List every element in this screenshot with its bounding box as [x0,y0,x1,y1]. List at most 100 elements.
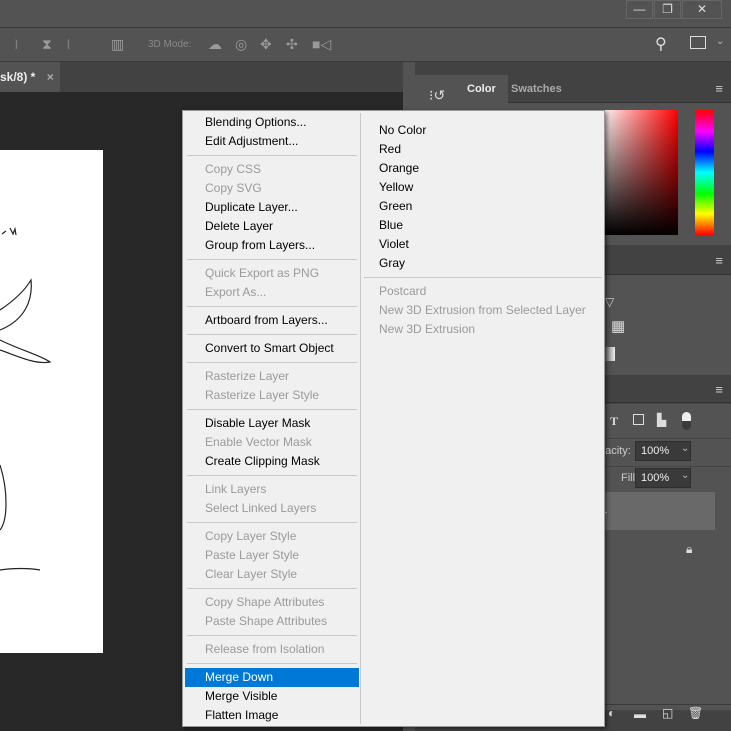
document-tab-bar: sk/8) * × [0,62,415,92]
menu-separator [185,405,359,414]
menu-item-export-as: Export As... [205,285,267,299]
menu-item-violet[interactable]: Violet [362,235,604,254]
panel-menu-icon[interactable]: ≡ [715,253,723,268]
filter-toggle[interactable] [682,412,691,430]
color-panel-header: Color Swatches ≡ [455,75,731,103]
menu-item-merge-visible[interactable]: Merge Visible [185,687,359,706]
layer-context-menu: Blending Options... Edit Adjustment... Cop… [182,110,605,727]
menu-item-link-layers: Link Layers [205,482,267,496]
menu-item-merge-down[interactable]: Merge Down [185,668,359,687]
menu-item-quick-export-as-png: Quick Export as PNG [205,266,320,280]
title-bar: — ❐ ✕ [0,0,731,28]
menu-separator [185,330,359,339]
chevron-down-icon[interactable]: ⌄ [681,470,689,481]
minimize-button[interactable]: — [626,0,653,19]
document-canvas[interactable] [0,150,103,653]
sketch-drawing [0,226,52,571]
menu-item-green[interactable]: Green [362,197,604,216]
3d-scale-camera-icon[interactable]: ■◁ [312,36,331,53]
color-lookup-icon[interactable]: ▦ [611,317,625,335]
menu-item-new-3d-extrusion: New 3D Extrusion [379,322,476,336]
menu-item-orange[interactable]: Orange [362,159,604,178]
menu-separator [185,584,359,593]
history-icon[interactable]: ⁝↺ [429,87,445,104]
3d-mode-label: 3D Mode: [148,39,192,50]
menu-item-convert-to-smart-object[interactable]: Convert to Smart Object [185,339,359,358]
panel-menu-icon[interactable]: ≡ [715,81,723,96]
menu-item-blue[interactable]: Blue [362,216,604,235]
menu-right-column: No Color Red Orange Yellow Green Blue Violet Gr… [362,121,604,339]
menu-item-no-color[interactable]: No Color [362,121,604,140]
document-tab[interactable]: sk/8) * × [0,62,60,92]
menu-item-paste-shape-attributes: Paste Shape Attributes [205,614,328,628]
lock-icon: 🔒︎ [686,542,693,556]
menu-item-select-linked-layers: Select Linked Layers [205,501,317,515]
align-right-icon[interactable]: ⧙ [67,36,70,53]
options-bar: ⧘ ⧗ ⧙ ▥ 3D Mode: ☁ ◎ ✥ ✣ ■◁ ⚲ ⌄ [0,28,731,62]
menu-item-duplicate-layer[interactable]: Duplicate Layer... [185,198,359,217]
menu-item-artboard-from-layers[interactable]: Artboard from Layers... [185,311,359,330]
3d-slide-icon[interactable]: ✣ [286,36,298,53]
menu-separator [185,471,359,480]
new-group-icon[interactable]: ▬ [634,707,646,721]
menu-separator [185,518,359,527]
workspace-icon[interactable] [690,36,706,49]
menu-item-red[interactable]: Red [362,140,604,159]
menu-item-disable-layer-mask[interactable]: Disable Layer Mask [185,414,359,433]
menu-separator [185,358,359,367]
search-icon[interactable]: ⚲ [655,34,667,54]
menu-item-paste-layer-style: Paste Layer Style [205,548,300,562]
restore-button[interactable]: ❐ [654,0,681,19]
close-window-button[interactable]: ✕ [682,0,722,19]
align-left-icon[interactable]: ⧘ [15,36,18,53]
adjustment-layer-icon[interactable]: ◐ [608,706,615,720]
menu-item-yellow[interactable]: Yellow [362,178,604,197]
3d-roll-icon[interactable]: ◎ [235,36,247,53]
menu-separator [185,255,359,264]
history-panel-collapsed[interactable]: ⁝↺ [415,75,455,115]
menu-item-rasterize-layer-style: Rasterize Layer Style [205,388,320,402]
menu-item-gray[interactable]: Gray [362,254,604,273]
align-hcenter-icon[interactable]: ⧗ [42,36,52,53]
menu-item-release-from-isolation: Release from Isolation [205,642,325,656]
menu-column-divider [360,113,361,724]
menu-separator [185,659,359,668]
menu-item-flatten-image[interactable]: Flatten Image [185,706,359,725]
tab-swatches[interactable]: Swatches [499,75,574,103]
3d-pan-icon[interactable]: ✥ [260,36,272,53]
hue-slider[interactable] [695,110,714,235]
gradient-map-icon[interactable]: ▽ [605,295,614,309]
menu-item-create-clipping-mask[interactable]: Create Clipping Mask [185,452,359,471]
menu-separator [185,302,359,311]
3d-orbit-icon[interactable]: ☁ [208,36,222,53]
menu-item-rasterize-layer: Rasterize Layer [205,369,290,383]
menu-item-group-from-layers[interactable]: Group from Layers... [185,236,359,255]
document-tab-title: sk/8) * [0,70,36,84]
menu-item-edit-adjustment[interactable]: Edit Adjustment... [185,132,359,151]
color-field[interactable] [600,110,678,235]
new-layer-icon[interactable]: ◱ [662,706,673,720]
smart-object-filter-icon[interactable]: ▙ [657,413,666,427]
shape-filter-icon[interactable] [633,414,644,425]
chevron-down-icon[interactable]: ⌄ [716,36,724,47]
menu-item-copy-css: Copy CSS [205,162,262,176]
menu-left-column: Blending Options... Edit Adjustment... Cop… [185,113,359,725]
gradient-icon[interactable] [605,347,615,361]
menu-item-delete-layer[interactable]: Delete Layer [185,217,359,236]
menu-item-copy-shape-attributes: Copy Shape Attributes [205,595,325,609]
menu-item-blending-options[interactable]: Blending Options... [185,113,359,132]
menu-item-new-3d-extrusion-from-selected-layer: New 3D Extrusion from Selected Layer [379,303,586,317]
menu-item-enable-vector-mask: Enable Vector Mask [205,435,312,449]
menu-separator [185,631,359,640]
delete-layer-icon[interactable]: 🗑︎ [688,706,703,720]
menu-item-clear-layer-style: Clear Layer Style [205,567,298,581]
menu-item-copy-svg: Copy SVG [205,181,262,195]
distribute-icon[interactable]: ▥ [111,36,124,53]
type-filter-icon[interactable]: T [610,414,618,429]
menu-item-postcard: Postcard [379,284,427,298]
menu-separator [362,273,604,282]
chevron-down-icon[interactable]: ⌄ [681,443,689,454]
panel-menu-icon[interactable]: ≡ [715,382,723,397]
menu-separator [185,151,359,160]
close-tab-icon[interactable]: × [47,70,54,84]
